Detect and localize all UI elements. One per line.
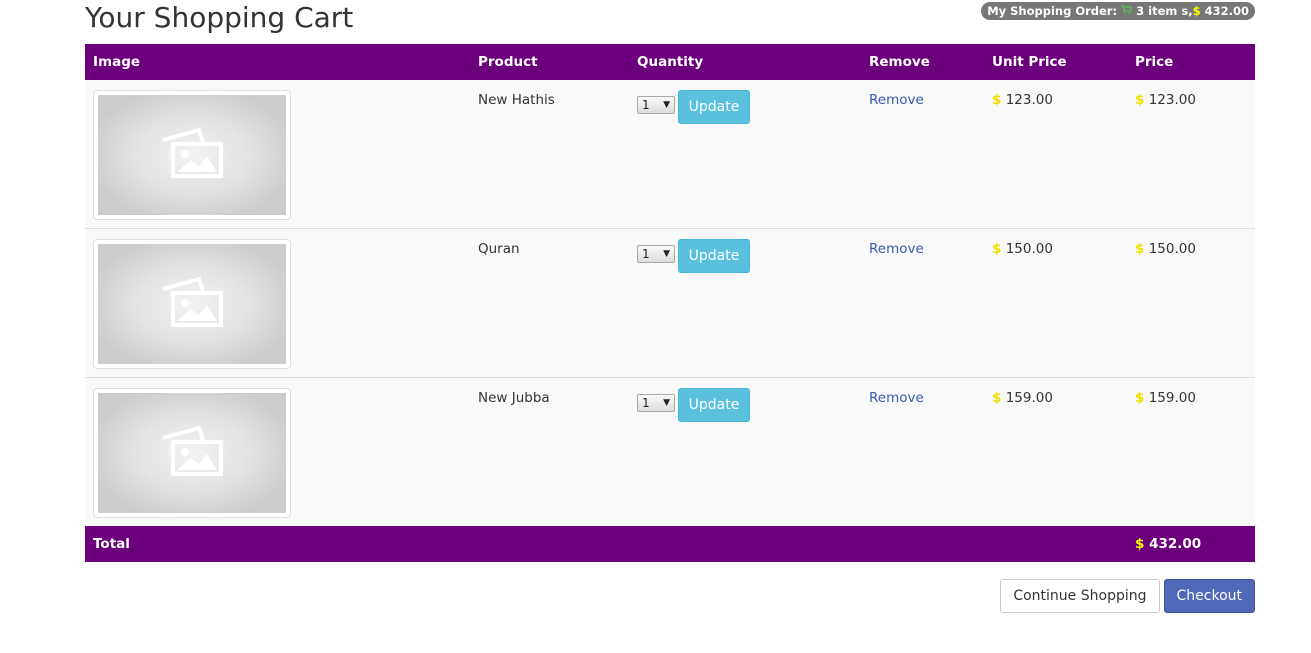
continue-shopping-button[interactable]: Continue Shopping <box>1000 579 1160 613</box>
product-thumbnail[interactable] <box>93 239 291 369</box>
cart-table: Image Product Quantity Remove Unit Price… <box>85 44 1255 562</box>
order-label: My Shopping Order: <box>987 4 1118 18</box>
quantity-select[interactable]: 1 ▼ <box>637 394 675 412</box>
cart-actions: Continue Shopping Checkout <box>1000 579 1255 613</box>
remove-link[interactable]: Remove <box>869 92 976 108</box>
header-remove: Remove <box>869 54 930 70</box>
dollar-icon: $ <box>992 390 1002 406</box>
product-cell: New Hathis <box>470 80 629 229</box>
update-button[interactable]: Update <box>678 239 750 273</box>
line-price: 123.00 <box>1148 92 1196 108</box>
update-button[interactable]: Update <box>678 90 750 124</box>
quantity-value: 1 <box>642 396 650 410</box>
dropdown-arrow-icon: ▼ <box>663 249 670 259</box>
unit-price: 159.00 <box>1005 390 1053 406</box>
dollar-icon: $ <box>1135 92 1145 108</box>
dollar-icon: $ <box>1135 390 1145 406</box>
header-quantity: Quantity <box>637 54 704 70</box>
total-label: Total <box>93 536 130 552</box>
price-cell: $ 150.00 <box>1127 228 1255 378</box>
order-currency: $ <box>1192 4 1201 18</box>
remove-cell: Remove <box>861 228 984 378</box>
quantity-value: 1 <box>642 98 650 112</box>
update-button[interactable]: Update <box>678 388 750 422</box>
product-name: New Jubba <box>478 390 550 406</box>
remove-cell: Remove <box>861 377 984 526</box>
product-cell: New Jubba <box>470 377 629 526</box>
unit-price: 150.00 <box>1005 241 1053 257</box>
remove-link[interactable]: Remove <box>869 390 976 406</box>
price-cell: $ 123.00 <box>1127 80 1255 229</box>
table-row: New Hathis 1 ▼ Update Remove $ 123.00 $ 1… <box>85 80 1255 229</box>
shopping-cart-icon <box>1121 4 1136 18</box>
table-row: New Jubba 1 ▼ Update Remove $ 159.00 $ 15… <box>85 377 1255 526</box>
order-item-count: 3 item s, <box>1136 4 1193 18</box>
line-price: 159.00 <box>1148 390 1196 406</box>
page-title: Your Shopping Cart <box>85 1 354 34</box>
line-price: 150.00 <box>1148 241 1196 257</box>
product-name: New Hathis <box>478 92 555 108</box>
product-name: Quran <box>478 241 520 257</box>
cart-total-row: Total $ 432.00 <box>85 526 1255 562</box>
image-placeholder-icon <box>159 126 225 184</box>
quantity-cell: 1 ▼ Update <box>629 377 861 526</box>
product-thumbnail[interactable] <box>93 388 291 518</box>
unit-price-cell: $ 123.00 <box>984 80 1127 229</box>
dollar-icon: $ <box>1135 241 1145 257</box>
order-total: 432.00 <box>1204 4 1249 18</box>
grand-total-cell: $ 432.00 <box>1127 526 1255 562</box>
grand-total: 432.00 <box>1149 536 1202 552</box>
quantity-value: 1 <box>642 247 650 261</box>
dropdown-arrow-icon: ▼ <box>663 398 670 408</box>
order-summary-badge[interactable]: My Shopping Order: 3 item s,$ 432.00 <box>981 2 1255 20</box>
dollar-icon: $ <box>992 241 1002 257</box>
image-placeholder-icon <box>159 275 225 333</box>
header-image: Image <box>93 54 141 70</box>
image-cell <box>85 228 470 378</box>
product-cell: Quran <box>470 228 629 378</box>
dropdown-arrow-icon: ▼ <box>663 100 670 110</box>
header-unit-price: Unit Price <box>992 54 1067 70</box>
unit-price-cell: $ 159.00 <box>984 377 1127 526</box>
quantity-cell: 1 ▼ Update <box>629 80 861 229</box>
quantity-select[interactable]: 1 ▼ <box>637 96 675 114</box>
image-placeholder-icon <box>159 424 225 482</box>
image-cell <box>85 377 470 526</box>
remove-link[interactable]: Remove <box>869 241 976 257</box>
table-row: Quran 1 ▼ Update Remove $ 150.00 $ 150.00 <box>85 228 1255 378</box>
price-cell: $ 159.00 <box>1127 377 1255 526</box>
quantity-cell: 1 ▼ Update <box>629 228 861 378</box>
remove-cell: Remove <box>861 80 984 229</box>
checkout-button[interactable]: Checkout <box>1163 579 1255 613</box>
unit-price-cell: $ 150.00 <box>984 228 1127 378</box>
header-price: Price <box>1135 54 1174 70</box>
unit-price: 123.00 <box>1005 92 1053 108</box>
header-product: Product <box>478 54 538 70</box>
image-cell <box>85 80 470 229</box>
cart-header-row: Image Product Quantity Remove Unit Price… <box>85 44 1255 80</box>
dollar-icon: $ <box>1135 536 1145 552</box>
product-thumbnail[interactable] <box>93 90 291 220</box>
quantity-select[interactable]: 1 ▼ <box>637 245 675 263</box>
dollar-icon: $ <box>992 92 1002 108</box>
